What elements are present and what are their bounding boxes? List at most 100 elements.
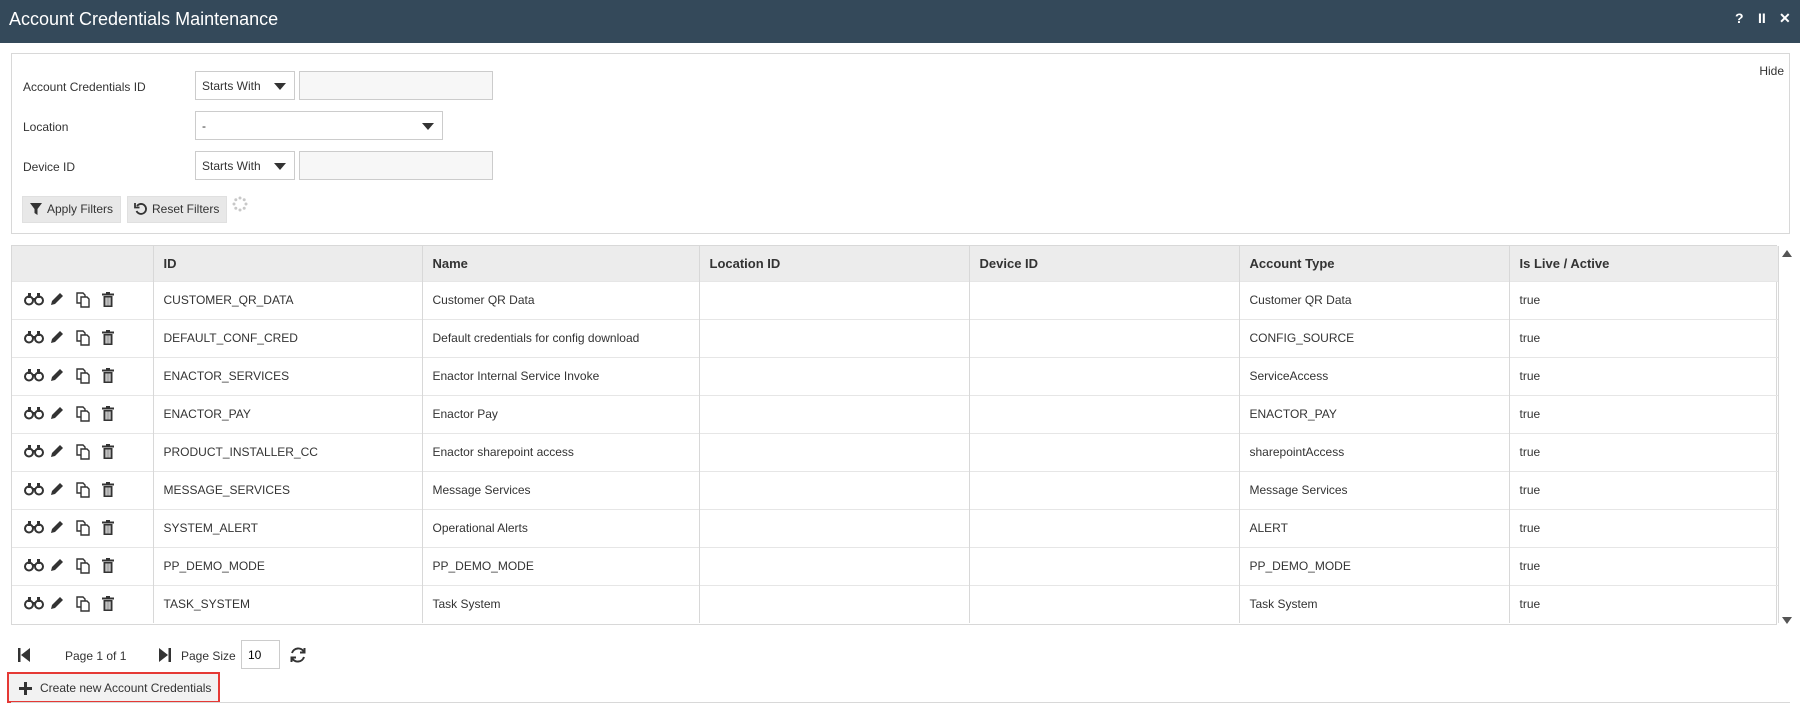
table-cell: ALERT: [1239, 508, 1510, 547]
edit-pencil-icon[interactable]: [50, 406, 72, 422]
table-cell: Enactor sharepoint access: [422, 432, 700, 471]
table-cell: Customer QR Data: [1239, 280, 1510, 319]
column-header[interactable]: Device ID: [969, 246, 1240, 281]
delete-trash-icon[interactable]: [102, 558, 124, 574]
column-header[interactable]: ID: [153, 246, 423, 281]
device-id-label: Device ID: [23, 160, 76, 174]
table-row[interactable]: DEFAULT_CONF_CRED Default credentials for…: [12, 318, 1779, 357]
edit-pencil-icon[interactable]: [50, 596, 72, 612]
column-header[interactable]: Name: [422, 246, 700, 281]
table-cell: [969, 584, 1240, 623]
copy-icon[interactable]: [76, 444, 98, 460]
table-cell: true: [1509, 356, 1779, 395]
view-binoculars-icon[interactable]: [24, 596, 46, 612]
row-actions: [12, 356, 154, 395]
column-header[interactable]: Is Live / Active: [1509, 246, 1779, 281]
delete-trash-icon[interactable]: [102, 292, 124, 308]
copy-icon[interactable]: [76, 330, 98, 346]
row-actions: [12, 584, 154, 623]
help-icon[interactable]: ?: [1735, 10, 1744, 26]
title-bar: Account Credentials Maintenance ? II ✕: [0, 0, 1800, 43]
table-cell: [969, 394, 1240, 433]
pager: Page 1 of 1 Page Size: [11, 640, 411, 670]
apply-filters-button[interactable]: Apply Filters: [22, 196, 122, 223]
copy-icon[interactable]: [76, 406, 98, 422]
view-binoculars-icon[interactable]: [24, 482, 46, 498]
refresh-icon[interactable]: [289, 646, 307, 664]
scroll-up-icon[interactable]: [1782, 250, 1792, 257]
create-account-credentials-button[interactable]: Create new Account Credentials: [7, 672, 220, 703]
view-binoculars-icon[interactable]: [24, 406, 46, 422]
location-select[interactable]: -: [195, 111, 443, 140]
page-size-input[interactable]: [241, 640, 280, 669]
column-header[interactable]: [12, 246, 154, 281]
hide-filters-link[interactable]: Hide: [1759, 64, 1784, 78]
column-header[interactable]: Account Type: [1239, 246, 1510, 281]
column-header[interactable]: Location ID: [699, 246, 970, 281]
delete-trash-icon[interactable]: [102, 444, 124, 460]
delete-trash-icon[interactable]: [102, 406, 124, 422]
delete-trash-icon[interactable]: [102, 520, 124, 536]
table-cell: SYSTEM_ALERT: [153, 508, 423, 547]
table-cell: [969, 318, 1240, 357]
table-cell: [969, 546, 1240, 585]
table-row[interactable]: PRODUCT_INSTALLER_CC Enactor sharepoint a…: [12, 432, 1779, 471]
table-row[interactable]: MESSAGE_SERVICES Message Services Message …: [12, 470, 1779, 509]
edit-pencil-icon[interactable]: [50, 558, 72, 574]
edit-pencil-icon[interactable]: [50, 444, 72, 460]
table-cell: ENACTOR_SERVICES: [153, 356, 423, 395]
account-id-label: Account Credentials ID: [23, 80, 146, 94]
filter-icon: [30, 203, 42, 215]
account-id-mode-select[interactable]: Starts With: [195, 71, 295, 100]
view-binoculars-icon[interactable]: [24, 368, 46, 384]
table-row[interactable]: ENACTOR_SERVICES Enactor Internal Service…: [12, 356, 1779, 395]
copy-icon[interactable]: [76, 558, 98, 574]
pause-icon[interactable]: II: [1758, 10, 1766, 26]
table-row[interactable]: TASK_SYSTEM Task System Task System true: [12, 584, 1779, 623]
row-actions: [12, 318, 154, 357]
view-binoculars-icon[interactable]: [24, 292, 46, 308]
copy-icon[interactable]: [76, 292, 98, 308]
table-row[interactable]: ENACTOR_PAY Enactor Pay ENACTOR_PAY true: [12, 394, 1779, 433]
view-binoculars-icon[interactable]: [24, 444, 46, 460]
delete-trash-icon[interactable]: [102, 482, 124, 498]
view-binoculars-icon[interactable]: [24, 330, 46, 346]
table-cell: ENACTOR_PAY: [153, 394, 423, 433]
row-actions: [12, 280, 154, 319]
copy-icon[interactable]: [76, 596, 98, 612]
edit-pencil-icon[interactable]: [50, 292, 72, 308]
reset-icon: [134, 203, 147, 215]
plus-icon: [19, 682, 32, 695]
row-actions: [12, 508, 154, 547]
credentials-grid: ID Name Location ID Device ID Account Type Is…: [11, 245, 1779, 625]
table-cell: Operational Alerts: [422, 508, 700, 547]
last-page-icon[interactable]: [158, 647, 172, 663]
delete-trash-icon[interactable]: [102, 330, 124, 346]
view-binoculars-icon[interactable]: [24, 558, 46, 574]
edit-pencil-icon[interactable]: [50, 520, 72, 536]
edit-pencil-icon[interactable]: [50, 482, 72, 498]
edit-pencil-icon[interactable]: [50, 368, 72, 384]
table-row[interactable]: SYSTEM_ALERT Operational Alerts ALERT true: [12, 508, 1779, 547]
copy-icon[interactable]: [76, 520, 98, 536]
view-binoculars-icon[interactable]: [24, 520, 46, 536]
reset-filters-button[interactable]: Reset Filters: [127, 196, 228, 223]
table-cell: true: [1509, 394, 1779, 433]
device-id-mode-select[interactable]: Starts With: [195, 151, 295, 180]
delete-trash-icon[interactable]: [102, 368, 124, 384]
loading-spinner-icon: [232, 196, 248, 212]
delete-trash-icon[interactable]: [102, 596, 124, 612]
table-cell: true: [1509, 280, 1779, 319]
copy-icon[interactable]: [76, 482, 98, 498]
scroll-down-icon[interactable]: [1782, 617, 1792, 624]
table-row[interactable]: CUSTOMER_QR_DATA Customer QR Data Customer…: [12, 280, 1779, 319]
close-icon[interactable]: ✕: [1779, 10, 1791, 27]
edit-pencil-icon[interactable]: [50, 330, 72, 346]
device-id-input[interactable]: [299, 151, 493, 180]
table-row[interactable]: PP_DEMO_MODE PP_DEMO_MODE PP_DEMO_MODE true: [12, 546, 1779, 585]
copy-icon[interactable]: [76, 368, 98, 384]
divider: [11, 702, 1790, 703]
table-cell: Message Services: [1239, 470, 1510, 509]
first-page-icon[interactable]: [17, 647, 31, 663]
account-id-input[interactable]: [299, 71, 493, 100]
